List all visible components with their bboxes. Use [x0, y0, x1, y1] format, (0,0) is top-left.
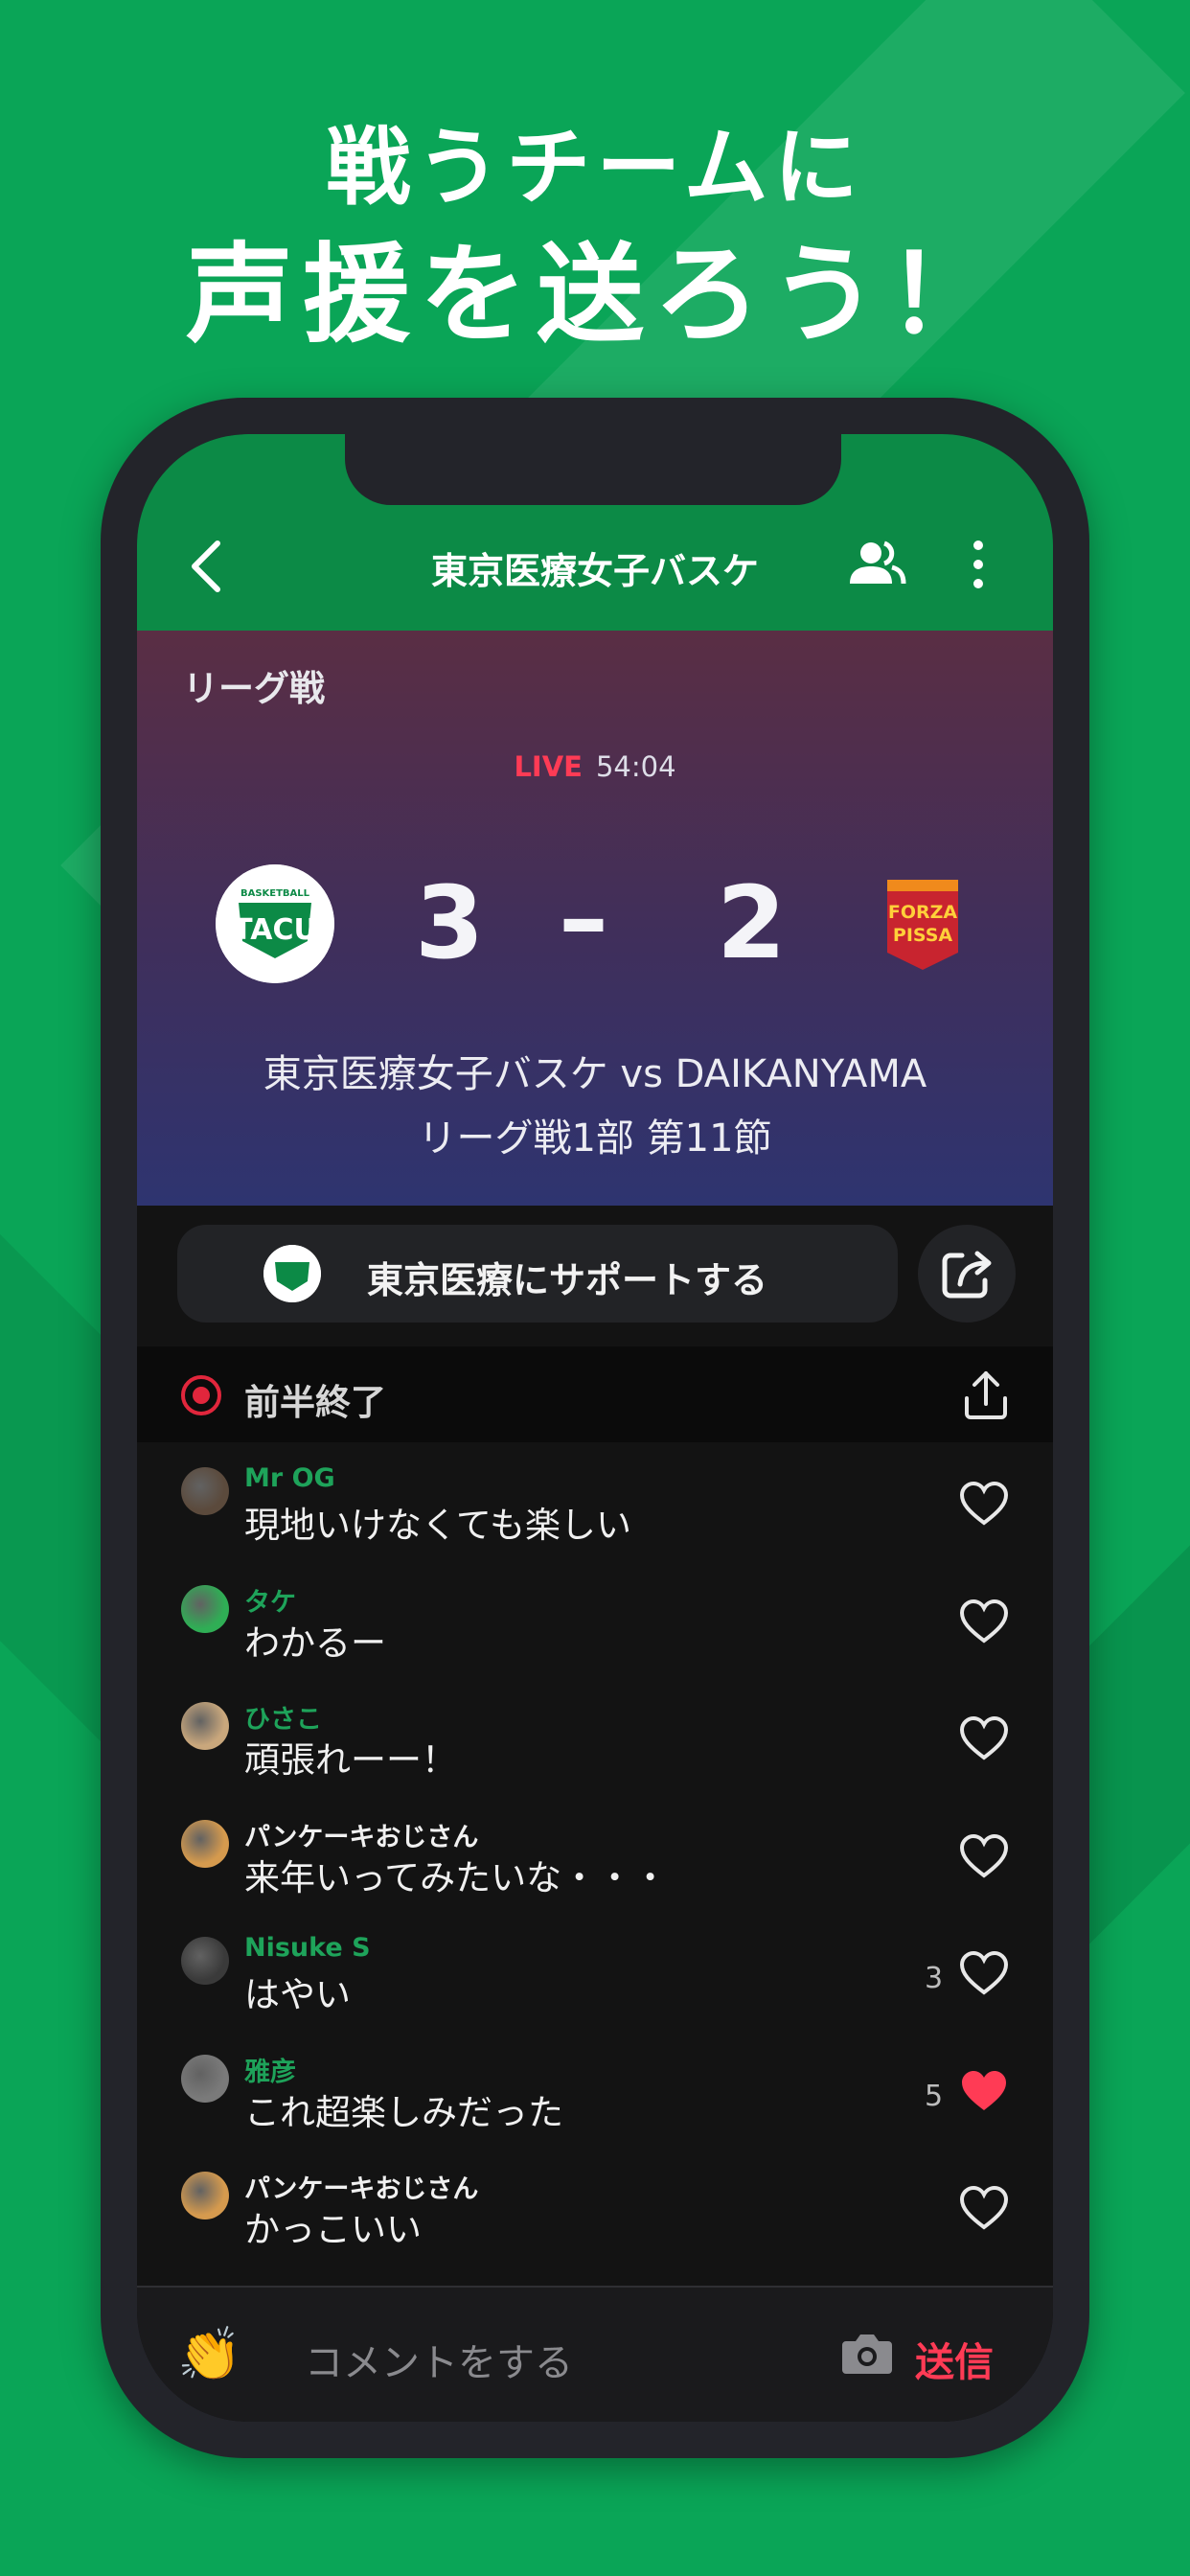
comment-author[interactable]: Nisuke S — [244, 1933, 371, 1963]
heart-icon[interactable] — [959, 1598, 1009, 1644]
back-arrow-icon[interactable] — [187, 538, 225, 595]
promo-headline: 戦うチームに 声援を送ろう！ — [0, 115, 1190, 362]
heart-filled-icon[interactable] — [959, 2068, 1009, 2114]
avatar[interactable] — [181, 1937, 229, 1985]
comment-text: 現地いけなくても楽しい — [244, 1505, 632, 1546]
heart-icon[interactable] — [959, 1715, 1009, 1761]
game-status-label: 前半終了 — [244, 1382, 386, 1423]
comment-list[interactable]: Mr OG 現地いけなくても楽しい タケ わかるー ひさこ 頑張れーー！ パンケーキおじさん… — [137, 1442, 1053, 2286]
comment-text: かっこいい — [244, 2209, 422, 2250]
comment-row: ひさこ 頑張れーー！ — [137, 1677, 1053, 1795]
record-icon — [181, 1375, 221, 1415]
comment-text: 頑張れーー！ — [244, 1739, 457, 1781]
avatar[interactable] — [181, 1584, 229, 1633]
comment-row: I'm takeisme — [137, 2265, 1053, 2287]
home-team-logo[interactable]: BASKETBALL TACU — [216, 864, 334, 983]
comment-text: はやい — [244, 1974, 351, 2015]
svg-text:FORZA: FORZA — [888, 902, 958, 923]
heart-icon[interactable] — [959, 1950, 1009, 1996]
comment-row: Nisuke S はやい 3 — [137, 1912, 1053, 2030]
comment-row: パンケーキおじさん 来年いってみたいな・・・ — [137, 1795, 1053, 1913]
more-vertical-icon[interactable] — [969, 538, 988, 591]
svg-text:PISSA: PISSA — [893, 925, 953, 946]
live-indicator: LIVE 54:04 — [137, 750, 1053, 783]
avatar[interactable] — [181, 1467, 229, 1515]
like-count: 5 — [925, 2079, 944, 2113]
match-card: リーグ戦 LIVE 54:04 BASKETBALL TACU 3 – 2 FOR… — [137, 631, 1053, 1206]
clap-emoji-button[interactable]: 👏 — [177, 2324, 241, 2385]
phone-notch — [345, 434, 841, 505]
page-title: 東京医療女子バスケ — [430, 550, 759, 592]
send-button[interactable]: 送信 — [915, 2330, 994, 2387]
game-status-bar: 前半終了 — [137, 1346, 1053, 1442]
comment-row: 雅彦 これ超楽しみだった 5 — [137, 2030, 1053, 2148]
live-tag: LIVE — [514, 750, 583, 783]
promo-line-1: 戦うチームに — [326, 118, 864, 217]
score-separator: – — [559, 860, 608, 977]
comment-row: タケ わかるー — [137, 1560, 1053, 1678]
like-count: 3 — [925, 1962, 944, 1995]
members-icon[interactable] — [846, 540, 907, 587]
comment-input[interactable]: コメントをする — [305, 2332, 573, 2387]
support-button-label: 東京医療にサポートする — [367, 1259, 768, 1301]
share-button[interactable] — [918, 1225, 1016, 1322]
elapsed-time: 54:04 — [595, 750, 676, 783]
comment-composer: 👏 コメントをする 送信 — [137, 2286, 1053, 2422]
phone-screen: 東京医療女子バスケ リーグ戦 LIVE 54:04 BASKETBALL TAC… — [137, 434, 1053, 2422]
comment-row: Mr OG 現地いけなくても楽しい — [137, 1442, 1053, 1560]
team-mini-logo — [263, 1245, 321, 1302]
camera-icon[interactable] — [840, 2330, 894, 2378]
league-label: リーグ戦 — [183, 668, 325, 709]
avatar[interactable] — [181, 1702, 229, 1750]
phone-frame: 東京医療女子バスケ リーグ戦 LIVE 54:04 BASKETBALL TAC… — [101, 398, 1089, 2458]
avatar[interactable] — [181, 1819, 229, 1868]
avatar[interactable] — [181, 2172, 229, 2220]
promo-line-2: 声援を送ろう！ — [186, 233, 1004, 357]
match-teams: 東京医療女子バスケ vs DAIKANYAMA — [263, 1052, 927, 1096]
heart-icon[interactable] — [959, 2185, 1009, 2231]
comment-text: 来年いってみたいな・・・ — [244, 1856, 669, 1898]
home-score: 3 — [415, 864, 485, 981]
share-icon — [942, 1251, 992, 1299]
match-round: リーグ戦1部 第11節 — [418, 1116, 772, 1161]
comment-author[interactable]: Mr OG — [244, 1463, 335, 1493]
comment-row: パンケーキおじさん かっこいい — [137, 2147, 1053, 2265]
svg-text:TACU: TACU — [233, 913, 317, 947]
avatar[interactable] — [181, 2054, 229, 2103]
support-button[interactable]: 東京医療にサポートする — [177, 1225, 898, 1322]
heart-icon[interactable] — [959, 1481, 1009, 1527]
away-score: 2 — [717, 864, 787, 981]
away-team-logo[interactable]: FORZA PISSA — [880, 870, 966, 976]
upload-icon[interactable] — [963, 1369, 1009, 1421]
comment-text: わかるー — [244, 1622, 386, 1664]
comment-text: これ超楽しみだった — [244, 2091, 563, 2133]
svg-text:BASKETBALL: BASKETBALL — [240, 888, 310, 899]
heart-icon[interactable] — [959, 1833, 1009, 1879]
